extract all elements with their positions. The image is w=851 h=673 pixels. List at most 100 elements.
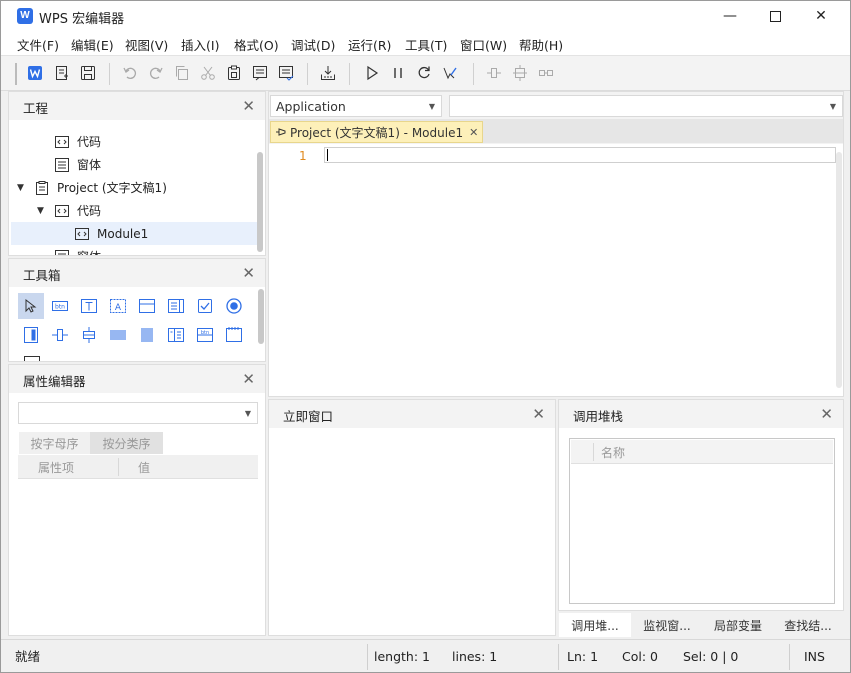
tab-categorized[interactable]: 按分类序 — [90, 432, 163, 454]
tool-frame[interactable] — [134, 293, 160, 319]
tab-find-results[interactable]: 查找结... — [773, 613, 843, 637]
tool-checkbox[interactable] — [192, 293, 218, 319]
property-grid-header: 属性项 值 — [18, 455, 258, 479]
window-title: WPS 宏编辑器 — [39, 12, 125, 27]
redo-icon — [150, 67, 163, 79]
tool-radio[interactable] — [221, 293, 247, 319]
tree-item-project[interactable]: Project (文字文稿1) — [35, 176, 167, 199]
toolbar — [1, 55, 850, 91]
run-button[interactable] — [363, 64, 381, 82]
tab-locals[interactable]: 局部变量 — [703, 613, 773, 637]
project-scrollbar[interactable] — [257, 152, 263, 252]
wps-document-icon — [28, 66, 42, 80]
insert-module-button[interactable] — [53, 64, 71, 82]
tab-module1[interactable]: Project (文字文稿1) - Module1 ✕ — [270, 121, 483, 143]
debug-window-button[interactable] — [319, 64, 337, 82]
radio-icon — [226, 298, 242, 314]
undo-button[interactable] — [121, 64, 139, 82]
menu-view[interactable]: 视图(V) — [125, 35, 168, 54]
tree-item-module1[interactable]: Module1 — [75, 222, 148, 245]
reset-icon — [418, 66, 430, 79]
paste-button[interactable] — [225, 64, 243, 82]
uncomment-block-button[interactable] — [277, 64, 295, 82]
save-button[interactable] — [79, 64, 97, 82]
pause-button[interactable] — [389, 64, 407, 82]
tool-more-partial[interactable] — [23, 355, 41, 361]
tree-item-label: 代码 — [77, 204, 102, 218]
project-panel-close-button[interactable]: ✕ — [242, 97, 255, 115]
immediate-input-area[interactable] — [269, 428, 555, 635]
tab-alphabetic[interactable]: 按字母序 — [19, 432, 90, 454]
toolbox-panel: 工具箱 ✕ btn A btn — [8, 258, 266, 362]
maximize-button[interactable] — [752, 1, 798, 31]
tree-item-code[interactable]: 代码 — [55, 130, 101, 153]
tab-watch[interactable]: 监视窗... — [631, 613, 703, 637]
menu-help[interactable]: 帮助(H) — [519, 35, 563, 54]
tree-item-form[interactable]: 窗体 — [55, 153, 101, 176]
tree-item-code-folder[interactable]: 代码 — [55, 199, 101, 222]
tool-textbox[interactable] — [76, 293, 102, 319]
tool-tabstrip[interactable] — [105, 322, 131, 348]
tool-refedit[interactable] — [221, 322, 247, 348]
menu-file[interactable]: 文件(F) — [17, 35, 59, 54]
checkbox-icon — [198, 299, 212, 313]
close-window-button[interactable]: ✕ — [798, 1, 844, 31]
tool-pointer[interactable] — [18, 293, 44, 319]
toolbox-scrollbar[interactable] — [258, 289, 264, 344]
redo-button[interactable] — [147, 64, 165, 82]
tab-close-button[interactable]: ✕ — [469, 126, 478, 139]
menu-debug[interactable]: 调试(D) — [291, 35, 335, 54]
toolbox-panel-header: 工具箱 ✕ — [9, 259, 265, 287]
expand-arrow-icon[interactable]: ▼ — [37, 206, 44, 216]
tool-scrollbar[interactable] — [76, 322, 102, 348]
tool-commandbutton[interactable]: btn — [192, 322, 218, 348]
step-over-button[interactable] — [511, 64, 529, 82]
tool-button[interactable]: btn — [47, 293, 73, 319]
menu-insert[interactable]: 插入(I) — [181, 35, 219, 54]
menu-format[interactable]: 格式(O) — [234, 35, 279, 54]
expand-arrow-icon[interactable]: ▼ — [17, 183, 24, 193]
reset-button[interactable] — [415, 64, 433, 82]
code-module-icon — [55, 135, 69, 149]
object-select[interactable]: ▼ — [18, 402, 258, 424]
object-dropdown[interactable]: Application ▼ — [270, 95, 442, 117]
pin-icon — [276, 128, 286, 136]
module-icon — [75, 227, 89, 241]
status-sel: Sel: 0 | 0 — [683, 649, 739, 664]
procedure-dropdown[interactable]: ▼ — [449, 95, 843, 117]
design-mode-button[interactable] — [441, 64, 459, 82]
tool-multipage[interactable] — [134, 322, 160, 348]
comment-block-button[interactable] — [251, 64, 269, 82]
menu-window[interactable]: 窗口(W) — [460, 35, 507, 54]
tool-image[interactable] — [163, 322, 189, 348]
step-out-button[interactable] — [537, 64, 555, 82]
code-area[interactable]: 1 — [269, 144, 843, 396]
tool-listbox[interactable] — [163, 293, 189, 319]
menu-run[interactable]: 运行(R) — [348, 35, 391, 54]
wps-logo-icon: W — [17, 8, 33, 24]
app-window: W WPS 宏编辑器 — ✕ 文件(F) 编辑(E) 视图(V) 插入(I) 格… — [0, 0, 851, 673]
property-panel-close-button[interactable]: ✕ — [242, 370, 255, 388]
wps-document-button[interactable] — [26, 64, 44, 82]
editor-scrollbar[interactable] — [836, 152, 842, 388]
minimize-button[interactable]: — — [707, 1, 753, 31]
text-cursor — [327, 149, 328, 161]
tool-spinbutton[interactable] — [47, 322, 73, 348]
status-insert-mode: INS — [804, 649, 825, 664]
cut-button[interactable] — [199, 64, 217, 82]
menu-tools[interactable]: 工具(T) — [405, 35, 447, 54]
copy-button[interactable] — [173, 64, 191, 82]
step-into-button[interactable] — [485, 64, 503, 82]
callstack-list[interactable]: 名称 — [569, 438, 835, 604]
pause-icon — [394, 68, 402, 78]
tree-item-label: 窗体 — [77, 158, 102, 172]
tool-toggle[interactable] — [18, 322, 44, 348]
toolbox-panel-close-button[interactable]: ✕ — [242, 264, 255, 282]
callstack-panel-close-button[interactable]: ✕ — [820, 405, 833, 423]
tool-label[interactable]: A — [105, 293, 131, 319]
immediate-panel-close-button[interactable]: ✕ — [532, 405, 545, 423]
tree-item-form-partial[interactable]: 窗体 — [55, 245, 235, 255]
undo-icon — [123, 67, 136, 79]
menu-edit[interactable]: 编辑(E) — [71, 35, 114, 54]
tab-callstack[interactable]: 调用堆... — [559, 613, 631, 637]
